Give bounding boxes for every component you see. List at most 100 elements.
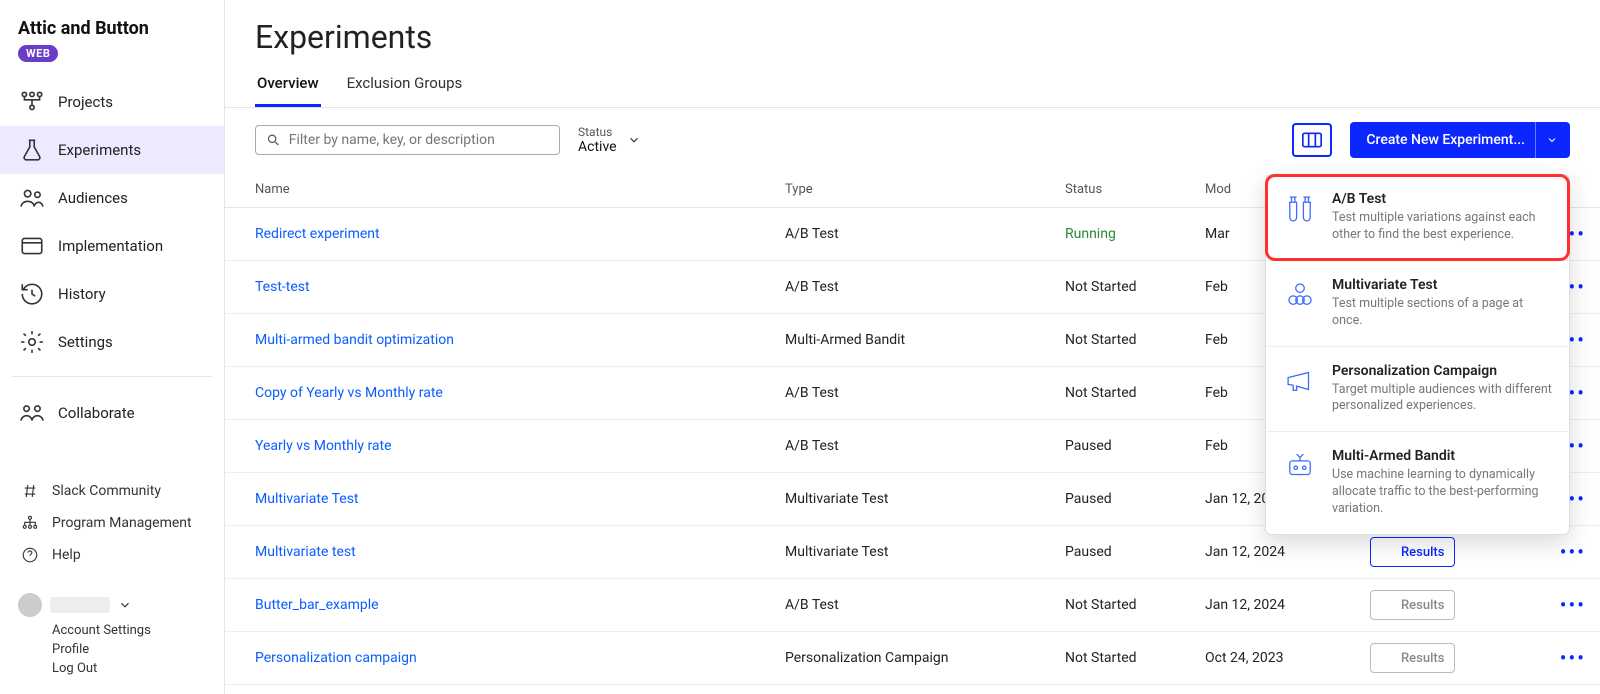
account-settings-link[interactable]: Account Settings — [18, 621, 206, 640]
logout-link[interactable]: Log Out — [18, 659, 206, 678]
create-experiment-button[interactable]: Create New Experiment... — [1350, 122, 1570, 158]
experiment-name-link[interactable]: Redirect experiment — [255, 226, 785, 242]
dropdown-item-desc: Test multiple sections of a page at once… — [1332, 296, 1553, 330]
sidebar-item-label: Settings — [58, 333, 113, 351]
experiment-status: Paused — [1065, 438, 1205, 454]
main-content: Experiments Overview Exclusion Groups Sta… — [225, 0, 1600, 694]
status-filter-value: Active — [578, 139, 617, 155]
dropdown-item-personalization-campaign[interactable]: Personalization Campaign Target multiple … — [1266, 346, 1569, 432]
robot-icon — [1282, 448, 1318, 484]
dropdown-item-title: A/B Test — [1332, 191, 1553, 207]
audiences-icon — [18, 184, 46, 212]
dropdown-item-title: Multivariate Test — [1332, 277, 1553, 293]
create-experiment-label: Create New Experiment... — [1366, 132, 1525, 148]
sidebar-item-program-management[interactable]: Program Management — [0, 507, 224, 539]
sidebar-item-history[interactable]: History — [0, 270, 224, 318]
experiment-type: A/B Test — [785, 438, 1065, 454]
chart-icon — [1381, 649, 1395, 667]
results-button: Results — [1370, 643, 1455, 673]
experiment-modified: Jan 12, 2024 — [1205, 597, 1370, 613]
results-cell: Results — [1370, 537, 1530, 567]
tab-overview[interactable]: Overview — [255, 64, 321, 107]
dropdown-item-a-b-test[interactable]: A/B Test Test multiple variations against… — [1265, 174, 1570, 261]
experiment-name-link[interactable]: Copy of Yearly vs Monthly rate — [255, 385, 785, 401]
column-settings-button[interactable] — [1292, 123, 1332, 157]
avatar — [18, 593, 42, 617]
experiment-status: Paused — [1065, 544, 1205, 560]
experiment-modified: Jan 12, 2024 — [1205, 544, 1370, 560]
experiment-type: A/B Test — [785, 597, 1065, 613]
sidebar-item-slack-community[interactable]: Slack Community — [0, 475, 224, 507]
chevron-down-icon[interactable] — [118, 598, 132, 612]
dropdown-item-desc: Use machine learning to dynamically allo… — [1332, 467, 1553, 518]
help-icon — [20, 545, 40, 565]
experiment-type: Personalization Campaign — [785, 650, 1065, 666]
profile-link[interactable]: Profile — [18, 640, 206, 659]
sidebar-item-label: Audiences — [58, 189, 128, 207]
create-experiment-caret[interactable] — [1535, 122, 1558, 158]
table-row: Butter_bar_exampleA/B TestNot StartedJan… — [225, 579, 1600, 632]
experiment-name-link[interactable]: Multi-armed bandit optimization — [255, 332, 785, 348]
search-input[interactable] — [289, 132, 549, 148]
dropdown-item-desc: Test multiple variations against each ot… — [1332, 210, 1553, 244]
chart-icon — [1381, 543, 1395, 561]
experiment-status: Paused — [1065, 491, 1205, 507]
sidebar-item-audiences[interactable]: Audiences — [0, 174, 224, 222]
experiment-modified: Oct 24, 2023 — [1205, 650, 1370, 666]
org-icon — [20, 513, 40, 533]
experiment-name-link[interactable]: Test-test — [255, 279, 785, 295]
flask-icon — [18, 136, 46, 164]
experiment-name-link[interactable]: Multivariate test — [255, 544, 785, 560]
sidebar-item-collaborate[interactable]: Collaborate — [0, 389, 224, 437]
experiment-status: Not Started — [1065, 650, 1205, 666]
column-header: Status — [1065, 182, 1205, 197]
collaborate-icon — [18, 399, 46, 427]
row-actions-menu[interactable]: ••• — [1530, 593, 1590, 617]
experiment-type: A/B Test — [785, 279, 1065, 295]
row-actions-menu[interactable]: ••• — [1530, 540, 1590, 564]
experiment-status: Running — [1065, 226, 1205, 242]
sidebar-item-projects[interactable]: Projects — [0, 78, 224, 126]
page-title: Experiments — [225, 0, 1600, 64]
sidebar-item-settings[interactable]: Settings — [0, 318, 224, 366]
experiment-type: Multivariate Test — [785, 491, 1065, 507]
results-cell: Results — [1370, 590, 1530, 620]
status-filter-label: Status — [578, 125, 617, 139]
tab-exclusion-groups[interactable]: Exclusion Groups — [345, 64, 465, 107]
experiment-name-link[interactable]: Multivariate Test — [255, 491, 785, 507]
sidebar-item-experiments[interactable]: Experiments — [0, 126, 224, 174]
experiment-status: Not Started — [1065, 597, 1205, 613]
experiment-name-link[interactable]: Yearly vs Monthly rate — [255, 438, 785, 454]
table-row: Personalization campaignPersonalization … — [225, 632, 1600, 685]
experiment-name-link[interactable]: Personalization campaign — [255, 650, 785, 666]
dropdown-item-title: Personalization Campaign — [1332, 363, 1553, 379]
project-type-badge: WEB — [18, 45, 58, 62]
create-experiment-dropdown: A/B Test Test multiple variations against… — [1265, 174, 1570, 535]
experiment-type: Multivariate Test — [785, 544, 1065, 560]
column-header: Name — [255, 182, 785, 197]
chart-icon — [1381, 596, 1395, 614]
project-name: Attic and Button — [18, 18, 206, 39]
account-section: Account Settings Profile Log Out — [0, 585, 224, 694]
row-actions-menu[interactable]: ••• — [1530, 646, 1590, 670]
dropdown-item-multi-armed-bandit[interactable]: Multi-Armed Bandit Use machine learning t… — [1266, 431, 1569, 534]
experiment-name-link[interactable]: Butter_bar_example — [255, 597, 785, 613]
experiment-status: Not Started — [1065, 279, 1205, 295]
experiment-type: Multi-Armed Bandit — [785, 332, 1065, 348]
results-button[interactable]: Results — [1370, 537, 1455, 567]
dropdown-item-desc: Target multiple audiences with different… — [1332, 382, 1553, 416]
chevron-down-icon — [627, 133, 641, 147]
dropdown-item-multivariate-test[interactable]: Multivariate Test Test multiple sections … — [1266, 260, 1569, 346]
sidebar-item-help[interactable]: Help — [0, 539, 224, 571]
status-filter[interactable]: Status Active — [578, 125, 641, 155]
sidebar-item-label: Implementation — [58, 237, 163, 255]
search-input-wrapper[interactable] — [255, 125, 560, 155]
branch-icon — [18, 88, 46, 116]
dropdown-item-title: Multi-Armed Bandit — [1332, 448, 1553, 464]
experiment-type: A/B Test — [785, 226, 1065, 242]
sidebar-item-implementation[interactable]: Implementation — [0, 222, 224, 270]
experiment-status: Not Started — [1065, 385, 1205, 401]
results-button: Results — [1370, 590, 1455, 620]
sidebar-item-label: Help — [52, 547, 81, 563]
abtest-icon — [1282, 191, 1318, 227]
